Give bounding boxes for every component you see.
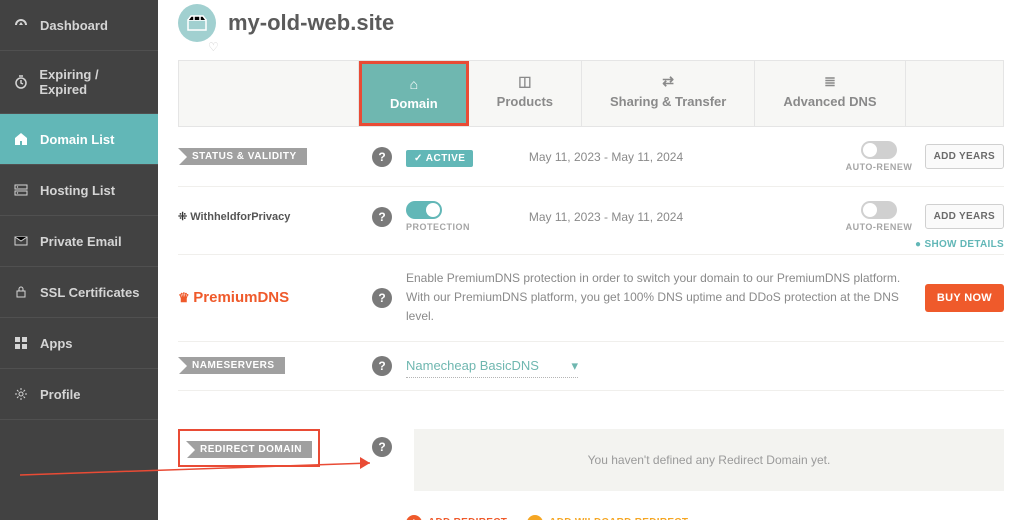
- tab-advanced-dns[interactable]: ≣ Advanced DNS: [755, 61, 905, 126]
- validity-dates: May 11, 2023 - May 11, 2024: [506, 150, 706, 164]
- auto-renew-toggle[interactable]: [861, 201, 897, 219]
- sidebar-item-label: Domain List: [40, 132, 114, 147]
- sidebar-item-ssl[interactable]: SSL Certificates: [0, 267, 158, 318]
- add-wildcard-redirect-button[interactable]: ∞ ADD WILDCARD REDIRECT: [527, 515, 688, 520]
- server-icon: [12, 181, 30, 199]
- sidebar-item-apps[interactable]: Apps: [0, 318, 158, 369]
- tab-sharing[interactable]: ⇄ Sharing & Transfer: [582, 61, 755, 126]
- sidebar-item-label: Private Email: [40, 234, 122, 249]
- sidebar-item-domain-list[interactable]: Domain List: [0, 114, 158, 165]
- redirect-label-highlight: REDIRECT DOMAIN: [178, 429, 320, 467]
- tab-label: Sharing & Transfer: [610, 94, 726, 109]
- tab-products[interactable]: ◫ Products: [469, 61, 582, 126]
- add-years-button[interactable]: ADD YEARS: [925, 144, 1004, 169]
- redirect-actions: + ADD REDIRECT ∞ ADD WILDCARD REDIRECT: [178, 505, 1004, 520]
- lock-icon: [12, 283, 30, 301]
- premium-dns-desc: Enable PremiumDNS protection in order to…: [406, 269, 924, 327]
- tab-label: Domain: [390, 96, 438, 111]
- sidebar-item-label: Apps: [40, 336, 73, 351]
- add-years-button[interactable]: ADD YEARS: [925, 204, 1004, 229]
- privacy-row: ⁜WithheldforPrivacy ? PROTECTION May 11,…: [178, 187, 1004, 255]
- share-icon: ⇄: [610, 73, 726, 90]
- sidebar-item-label: Dashboard: [40, 18, 108, 33]
- tab-label: Products: [497, 94, 553, 109]
- sidebar-item-label: SSL Certificates: [40, 285, 139, 300]
- grid-icon: [12, 334, 30, 352]
- tab-label: Advanced DNS: [783, 94, 876, 109]
- wildcard-icon: ∞: [527, 515, 543, 520]
- status-badge: ACTIVE: [406, 150, 473, 167]
- privacy-dates: May 11, 2023 - May 11, 2024: [506, 210, 706, 224]
- redirect-row: REDIRECT DOMAIN ? You haven't defined an…: [178, 415, 1004, 505]
- domain-badge-icon: [178, 4, 216, 42]
- sidebar-item-label: Expiring / Expired: [39, 67, 146, 97]
- nameservers-row: NAMESERVERS ? Namecheap BasicDNS ▾: [178, 342, 1004, 391]
- favorite-icon[interactable]: ♡: [208, 40, 1024, 54]
- redirect-placeholder: You haven't defined any Redirect Domain …: [414, 429, 1004, 491]
- auto-renew-label: AUTO-RENEW: [846, 162, 913, 172]
- status-label: STATUS & VALIDITY: [178, 148, 307, 165]
- tab-spacer: [179, 61, 359, 126]
- redirect-label: REDIRECT DOMAIN: [186, 441, 312, 458]
- sidebar: Dashboard Expiring / Expired Domain List…: [0, 0, 158, 520]
- clock-icon: [12, 73, 29, 91]
- domain-header: my-old-web.site: [158, 0, 1024, 42]
- sidebar-item-hosting-list[interactable]: Hosting List: [0, 165, 158, 216]
- sidebar-item-label: Hosting List: [40, 183, 115, 198]
- sidebar-item-label: Profile: [40, 387, 80, 402]
- help-icon[interactable]: ?: [372, 288, 392, 308]
- protection-toggle[interactable]: [406, 201, 442, 219]
- home-icon: ⌂: [390, 76, 438, 92]
- auto-renew-toggle[interactable]: [861, 141, 897, 159]
- domain-title: my-old-web.site: [228, 10, 394, 36]
- dns-icon: ≣: [783, 73, 876, 90]
- nameservers-select[interactable]: Namecheap BasicDNS ▾: [406, 354, 578, 378]
- help-icon[interactable]: ?: [372, 147, 392, 167]
- sidebar-item-profile[interactable]: Profile: [0, 369, 158, 420]
- home-icon: [12, 130, 30, 148]
- add-redirect-button[interactable]: + ADD REDIRECT: [406, 515, 507, 520]
- mail-icon: [12, 232, 30, 250]
- plus-icon: +: [406, 515, 422, 520]
- privacy-brand: ⁜WithheldforPrivacy: [178, 210, 290, 223]
- sidebar-item-private-email[interactable]: Private Email: [0, 216, 158, 267]
- nameservers-label: NAMESERVERS: [178, 357, 285, 374]
- tab-spacer-right: [906, 61, 1003, 126]
- protection-label: PROTECTION: [406, 222, 470, 232]
- premium-dns-row: PremiumDNS ? Enable PremiumDNS protectio…: [178, 255, 1004, 342]
- tabs: ⌂ Domain ◫ Products ⇄ Sharing & Transfer…: [178, 60, 1004, 127]
- help-icon[interactable]: ?: [372, 207, 392, 227]
- auto-renew-label: AUTO-RENEW: [846, 222, 913, 232]
- gauge-icon: [12, 16, 30, 34]
- show-details-link[interactable]: SHOW DETAILS: [915, 239, 1004, 250]
- main-content: my-old-web.site ♡ ⌂ Domain ◫ Products ⇄ …: [158, 0, 1024, 520]
- buy-now-button[interactable]: BUY NOW: [925, 284, 1004, 312]
- content-rows: STATUS & VALIDITY ? ACTIVE May 11, 2023 …: [158, 127, 1024, 520]
- help-icon[interactable]: ?: [372, 356, 392, 376]
- status-row: STATUS & VALIDITY ? ACTIVE May 11, 2023 …: [178, 127, 1004, 187]
- box-icon: ◫: [497, 73, 553, 90]
- help-icon[interactable]: ?: [372, 437, 392, 457]
- premium-dns-brand: PremiumDNS: [178, 289, 289, 306]
- sidebar-item-expiring[interactable]: Expiring / Expired: [0, 51, 158, 114]
- tab-domain[interactable]: ⌂ Domain: [359, 61, 469, 126]
- sidebar-item-dashboard[interactable]: Dashboard: [0, 0, 158, 51]
- gear-icon: [12, 385, 30, 403]
